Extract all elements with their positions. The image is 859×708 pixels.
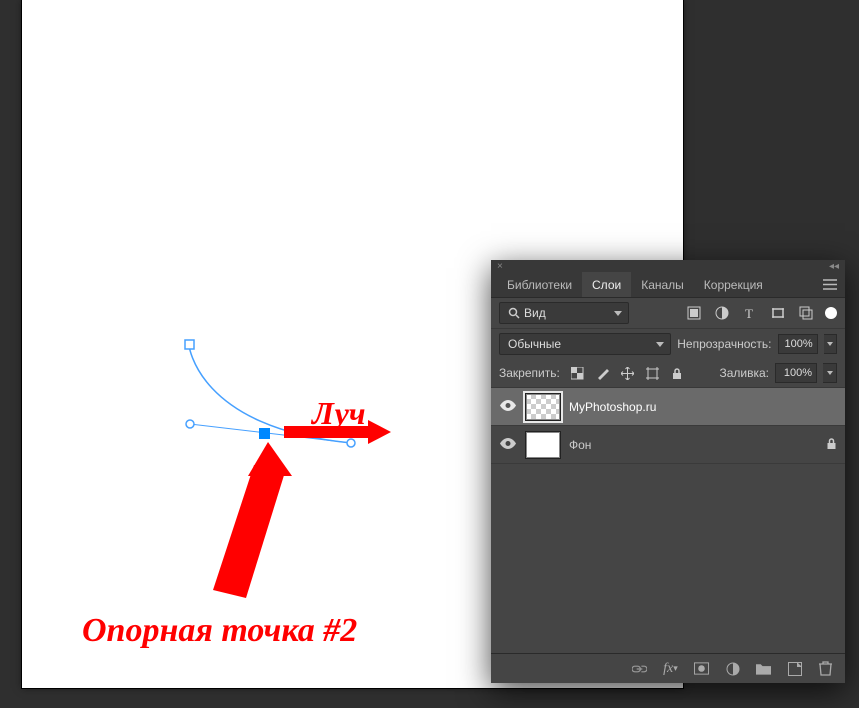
lock-pixels-icon[interactable] [595, 366, 610, 381]
collapse-icon[interactable]: ◂◂ [829, 261, 839, 272]
filter-shape-icon[interactable] [770, 306, 785, 321]
annotation-anchor-point: Опорная точка #2 [82, 612, 357, 650]
visibility-toggle[interactable] [499, 400, 517, 414]
panel-tabs: Библиотеки Слои Каналы Коррекция [491, 272, 845, 298]
layer-name[interactable]: Фон [569, 438, 591, 452]
blend-mode-select[interactable]: Обычные [499, 333, 671, 355]
lock-fill-row: Закрепить: Заливка: 100% [491, 359, 845, 388]
panel-menu-icon[interactable] [815, 272, 845, 297]
lock-transparency-icon[interactable] [570, 366, 585, 381]
layer-filter-label: Вид [524, 306, 546, 320]
filter-smart-icon[interactable] [798, 306, 813, 321]
layers-list: MyPhotoshop.ru Фон [491, 388, 845, 653]
layer-filter-select[interactable]: Вид [499, 302, 629, 324]
filter-toggle[interactable] [825, 307, 837, 319]
opacity-label: Непрозрачность: [677, 337, 771, 351]
opacity-chevron-icon[interactable] [824, 334, 837, 354]
layers-panel: × ◂◂ Библиотеки Слои Каналы Коррекция Ви… [491, 260, 845, 683]
layer-thumbnail[interactable] [525, 393, 561, 421]
link-layers-icon[interactable] [632, 661, 647, 676]
filter-type-icon[interactable]: T [742, 306, 757, 321]
tab-layers[interactable]: Слои [582, 272, 631, 297]
filter-pixel-icon[interactable] [686, 306, 701, 321]
new-layer-icon[interactable] [787, 661, 802, 676]
lock-artboard-icon[interactable] [645, 366, 660, 381]
layer-thumbnail[interactable] [525, 431, 561, 459]
eye-icon [500, 438, 516, 449]
eye-icon [500, 400, 516, 411]
blend-mode-value: Обычные [508, 337, 561, 351]
new-group-icon[interactable] [756, 661, 771, 676]
panel-footer: fx▾ [491, 653, 845, 683]
layer-row[interactable]: Фон [491, 426, 845, 464]
annotation-ray: Луч [312, 395, 366, 432]
fill-chevron-icon[interactable] [823, 363, 837, 383]
layer-style-icon[interactable]: fx▾ [663, 661, 678, 676]
lock-label: Закрепить: [499, 366, 560, 380]
svg-text:T: T [745, 306, 753, 320]
close-icon[interactable]: × [497, 261, 503, 272]
layer-filter-row: Вид T [491, 298, 845, 329]
delete-layer-icon[interactable] [818, 661, 833, 676]
layer-name[interactable]: MyPhotoshop.ru [569, 400, 656, 414]
tab-libraries[interactable]: Библиотеки [497, 272, 582, 297]
layer-row[interactable]: MyPhotoshop.ru [491, 388, 845, 426]
fill-value[interactable]: 100% [775, 363, 817, 383]
fill-label: Заливка: [719, 366, 769, 380]
lock-all-icon[interactable] [670, 366, 685, 381]
layer-mask-icon[interactable] [694, 661, 709, 676]
adjustment-layer-icon[interactable] [725, 661, 740, 676]
panel-titlebar[interactable]: × ◂◂ [491, 260, 845, 272]
tab-adjustments[interactable]: Коррекция [694, 272, 773, 297]
visibility-toggle[interactable] [499, 438, 517, 452]
opacity-value[interactable]: 100% [778, 334, 818, 354]
filter-adjust-icon[interactable] [714, 306, 729, 321]
blend-opacity-row: Обычные Непрозрачность: 100% [491, 329, 845, 359]
lock-position-icon[interactable] [620, 366, 635, 381]
lock-icon[interactable] [826, 437, 837, 453]
tab-channels[interactable]: Каналы [631, 272, 694, 297]
